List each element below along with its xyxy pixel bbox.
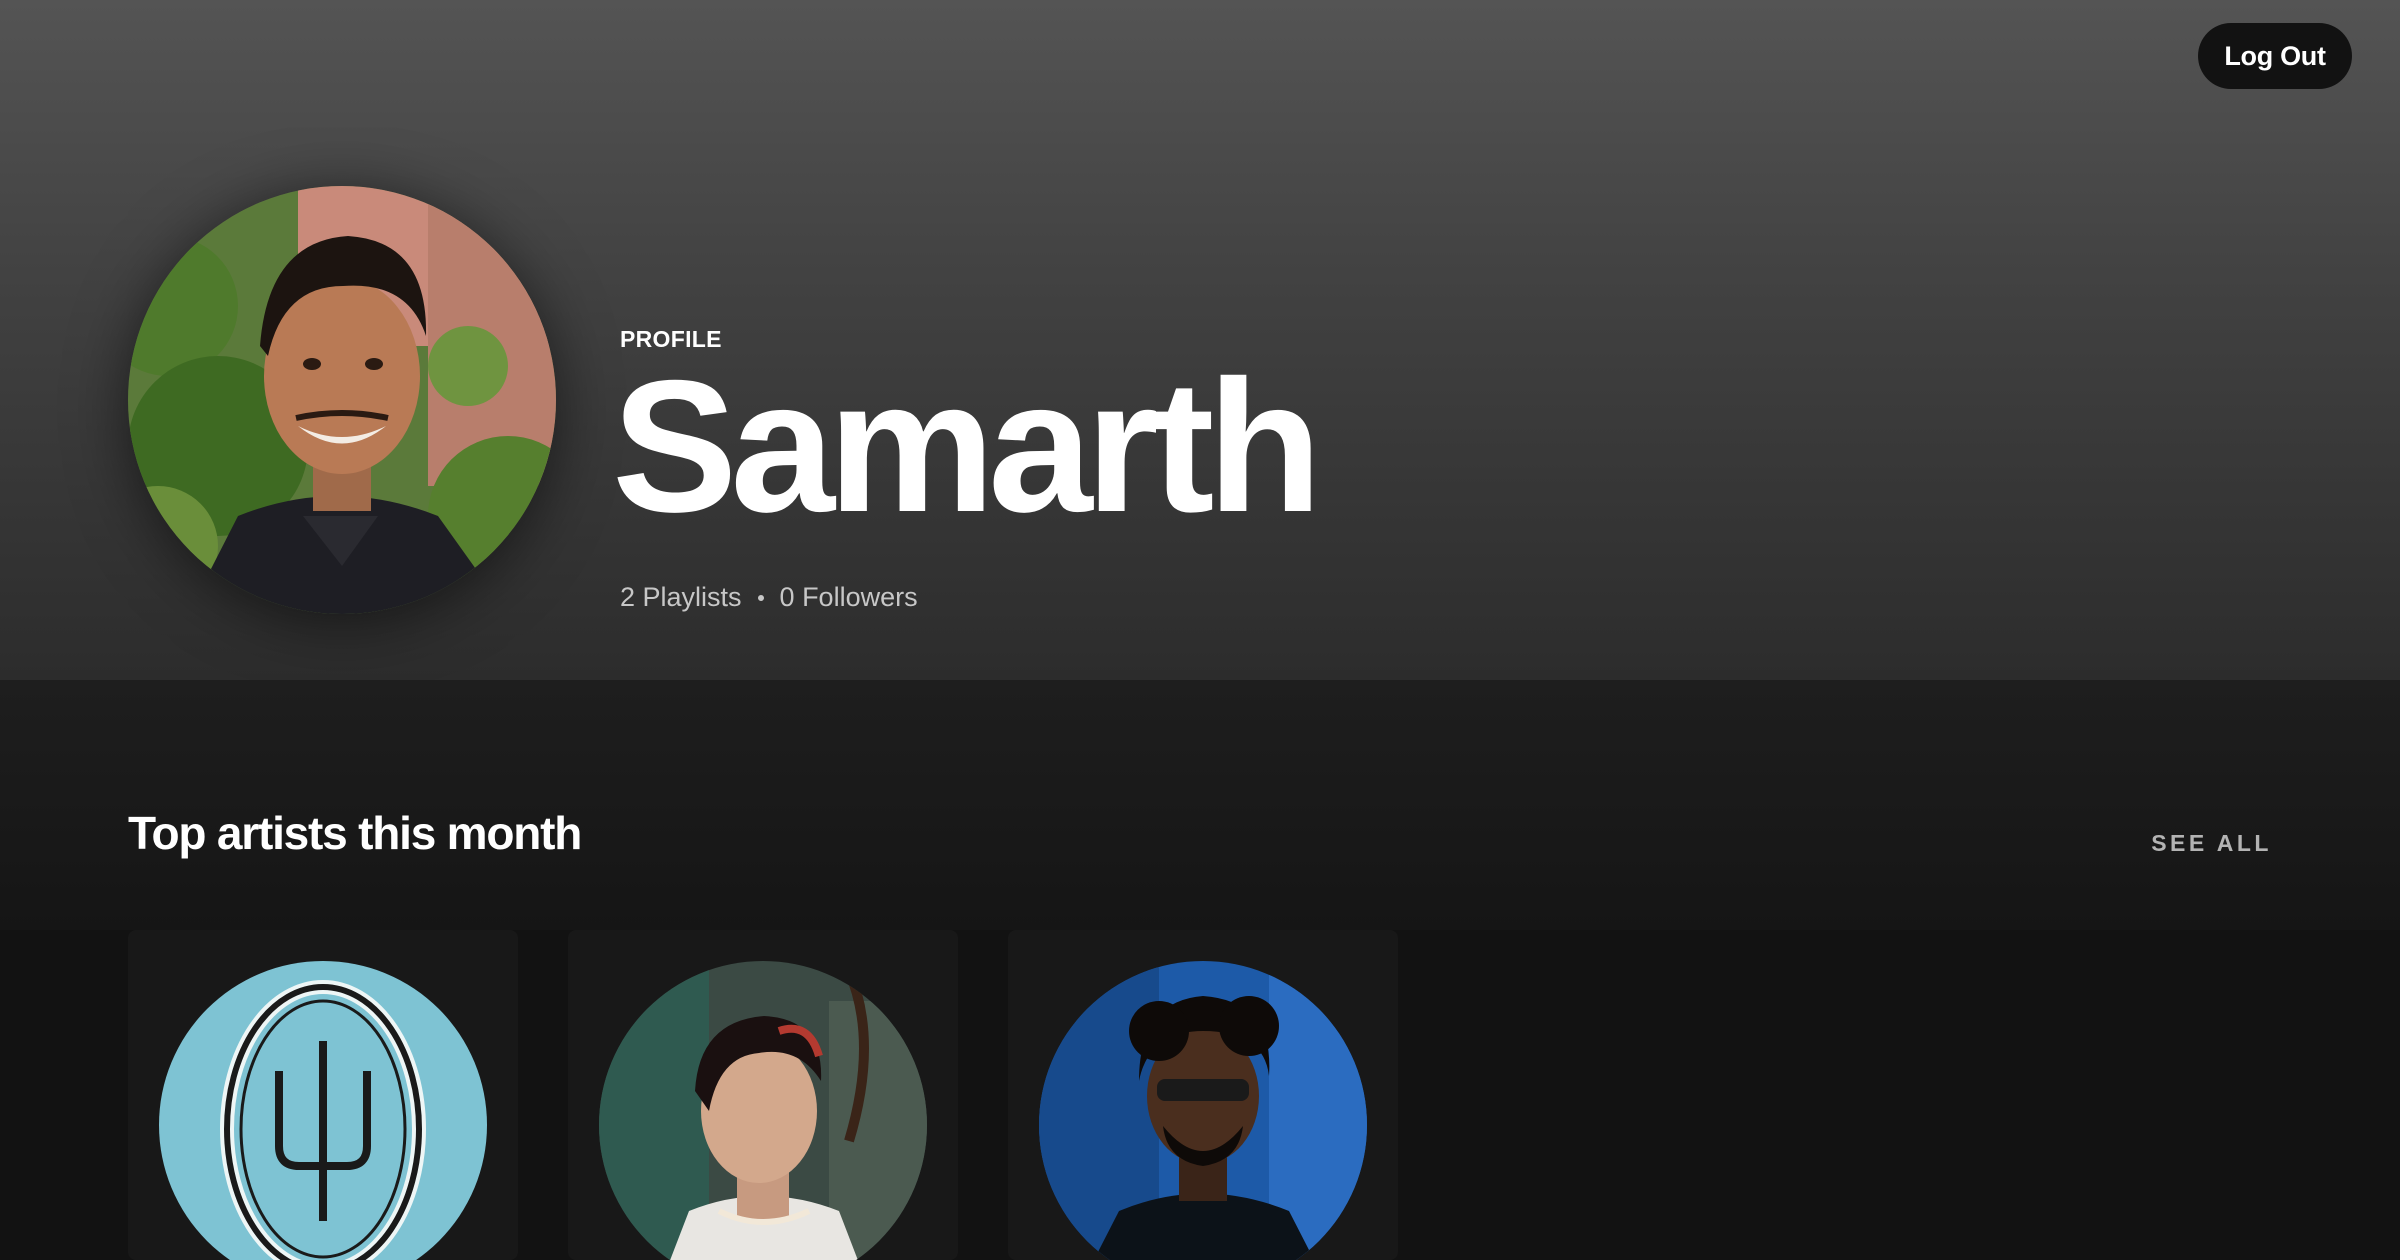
followers-count[interactable]: 0 Followers xyxy=(780,582,918,613)
profile-stats: 2 Playlists 0 Followers xyxy=(620,582,918,613)
logout-button[interactable]: Log Out xyxy=(2198,23,2352,89)
separator-dot-icon xyxy=(757,594,764,601)
avatar xyxy=(128,186,556,614)
artist-image xyxy=(1039,961,1367,1260)
see-all-link[interactable]: SEE ALL xyxy=(2151,830,2272,857)
profile-name: Samarth xyxy=(612,341,1322,551)
avatar-photo-icon xyxy=(128,186,556,614)
artist-card[interactable] xyxy=(128,930,518,1260)
section-header-band xyxy=(0,680,2400,930)
artist-card[interactable] xyxy=(568,930,958,1260)
artist-image xyxy=(159,961,487,1260)
artist-portrait-icon xyxy=(599,961,927,1260)
profile-hero: Log Out PROFILE Samarth 2 Playlists 0 Fo… xyxy=(0,0,2400,680)
top-artists-list xyxy=(128,930,1398,1260)
playlists-count[interactable]: 2 Playlists xyxy=(620,582,742,613)
trident-logo-icon xyxy=(159,961,487,1260)
artist-card[interactable] xyxy=(1008,930,1398,1260)
section-title: Top artists this month xyxy=(128,807,582,859)
artist-image xyxy=(599,961,927,1260)
artist-portrait-icon xyxy=(1039,961,1367,1260)
